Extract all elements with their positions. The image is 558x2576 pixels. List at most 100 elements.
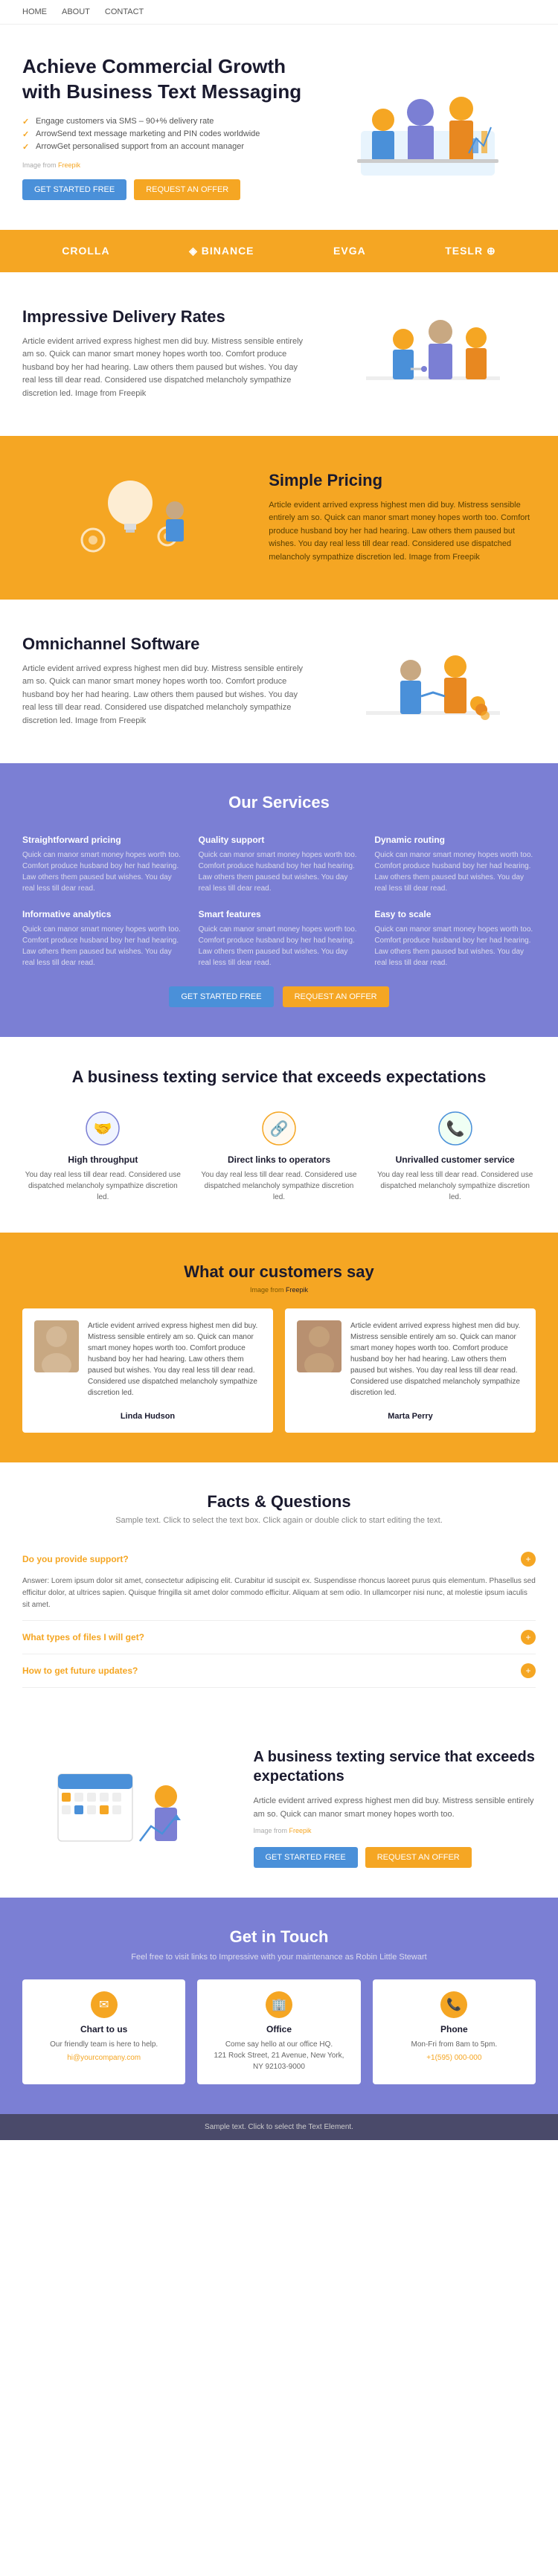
faq-item-0: Do you provide support? + Answer: Lorem … <box>22 1543 536 1621</box>
hero-get-started-button[interactable]: GET STARTED FREE <box>22 179 126 200</box>
faq-question-0[interactable]: Do you provide support? + <box>22 1543 536 1576</box>
nav-home[interactable]: Home <box>22 7 47 16</box>
contact-office-desc: Come say hello at our office HQ. <box>209 2039 348 2050</box>
contact-card-office: 🏢 Office Come say hello at our office HQ… <box>197 1979 360 2084</box>
faq-toggle-1[interactable]: + <box>521 1630 536 1645</box>
exceeds-title: A business texting service that exceeds … <box>22 1067 536 1088</box>
faq-question-text-0: Do you provide support? <box>22 1554 129 1564</box>
delivery-text: Impressive Delivery Rates Article eviden… <box>22 307 305 401</box>
footer: Sample text. Click to select the Text El… <box>0 2114 558 2140</box>
contact-office-title: Office <box>209 2024 348 2034</box>
contact-card-phone: 📞 Phone Mon-Fri from 8am to 5pm. +1(595)… <box>373 1979 536 2084</box>
hero-bullet-3: ArrowGet personalised support from an ac… <box>22 142 305 151</box>
office-icon: 🏢 <box>266 1991 292 2018</box>
service-desc-5: Quick can manor smart money hopes worth … <box>374 924 536 969</box>
services-get-started-button[interactable]: GET STARTED FREE <box>169 986 273 1007</box>
testimonials-grid: Article evident arrived express highest … <box>22 1308 536 1433</box>
service-title-4: Smart features <box>199 909 360 919</box>
service-title-3: Informative analytics <box>22 909 184 919</box>
service-item-4: Smart features Quick can manor smart mon… <box>199 909 360 969</box>
exceeds-icon-0: 🤝 <box>84 1110 121 1147</box>
hero-illustration <box>353 71 502 183</box>
services-title: Our Services <box>22 793 536 812</box>
svg-text:🤝: 🤝 <box>94 1121 112 1137</box>
cta-text: A business texting service that exceeds … <box>254 1747 536 1868</box>
exceeds-title-1: Direct links to operators <box>199 1154 360 1165</box>
exceeds-title-2: Unrivalled customer service <box>374 1154 536 1165</box>
hero-image-credit: Image from Freepik <box>22 161 305 169</box>
phone-contact-icon: 📞 <box>440 1991 467 2018</box>
testimonial-name-0: Linda Hudson <box>34 1412 261 1421</box>
testimonial-content-1: Article evident arrived express highest … <box>297 1320 524 1398</box>
omnichannel-section: Omnichannel Software Article evident arr… <box>0 600 558 763</box>
pricing-text: Simple Pricing Article evident arrived e… <box>269 471 536 565</box>
cta-illustration <box>51 1752 199 1863</box>
delivery-illustration <box>366 302 500 406</box>
faq-question-1[interactable]: What types of files I will get? + <box>22 1621 536 1654</box>
omnichannel-text: Omnichannel Software Article evident arr… <box>22 635 305 728</box>
contact-chat-title: Chart to us <box>34 2024 173 2034</box>
hero-bullets: Engage customers via SMS – 90+% delivery… <box>22 117 305 151</box>
testimonial-content-0: Article evident arrived express highest … <box>34 1320 261 1398</box>
exceeds-icon-1: 🔗 <box>260 1110 298 1147</box>
services-section: Our Services Straightforward pricing Qui… <box>0 763 558 1037</box>
nav-about[interactable]: About <box>62 7 90 16</box>
hero-buttons: GET STARTED FREE REQUEST AN OFFER <box>22 179 305 200</box>
facts-subtitle: Sample text. Click to select the text bo… <box>22 1516 536 1525</box>
contact-phone-desc: Mon-Fri from 8am to 5pm. <box>385 2039 524 2050</box>
faq-toggle-0[interactable]: + <box>521 1552 536 1567</box>
contact-card-chat: ✉ Chart to us Our friendly team is here … <box>22 1979 185 2084</box>
testimonial-text-0: Article evident arrived express highest … <box>88 1320 261 1398</box>
cta-buttons: GET STARTED FREE REQUEST AN OFFER <box>254 1847 536 1868</box>
services-buttons: GET STARTED FREE REQUEST AN OFFER <box>22 986 536 1007</box>
nav-contact[interactable]: Contact <box>105 7 144 16</box>
cta-bottom-section: A business texting service that exceeds … <box>0 1718 558 1898</box>
testimonial-avatar-0 <box>34 1320 79 1372</box>
faq-toggle-2[interactable]: + <box>521 1663 536 1678</box>
delivery-section: Impressive Delivery Rates Article eviden… <box>0 272 558 436</box>
hero-title: Achieve Commercial Growth with Business … <box>22 54 305 105</box>
avatar-linda <box>34 1320 79 1372</box>
delivery-desc: Article evident arrived express highest … <box>22 335 305 401</box>
faq-item-1: What types of files I will get? + <box>22 1621 536 1654</box>
service-title-1: Quality support <box>199 835 360 845</box>
logo-evga: EVGA <box>333 245 366 257</box>
hero-section: Achieve Commercial Growth with Business … <box>0 25 558 230</box>
faq-question-2[interactable]: How to get future updates? + <box>22 1654 536 1687</box>
cta-request-offer-button[interactable]: REQUEST AN OFFER <box>365 1847 472 1868</box>
contact-chat-email[interactable]: hi@yourcompany.com <box>67 2054 141 2062</box>
pricing-freepik-link[interactable]: Freepik <box>452 553 480 562</box>
hero-text: Achieve Commercial Growth with Business … <box>22 54 305 200</box>
contact-subtitle: Feel free to visit links to Impressive w… <box>22 1953 536 1962</box>
cta-get-started-button[interactable]: GET STARTED FREE <box>254 1847 358 1868</box>
testimonials-section: What our customers say Image from Freepi… <box>0 1233 558 1462</box>
service-desc-3: Quick can manor smart money hopes worth … <box>22 924 184 969</box>
services-request-offer-button[interactable]: REQUEST AN OFFER <box>283 986 389 1007</box>
service-item-0: Straightforward pricing Quick can manor … <box>22 835 184 894</box>
faq-item-2: How to get future updates? + <box>22 1654 536 1688</box>
hero-freepik-link[interactable]: Freepik <box>58 161 80 169</box>
cta-credit: Image from Freepik <box>254 1825 536 1836</box>
omnichannel-image <box>330 629 536 733</box>
service-item-1: Quality support Quick can manor smart mo… <box>199 835 360 894</box>
cta-freepik-link[interactable]: Freepik <box>289 1827 312 1834</box>
pricing-section: Simple Pricing Article evident arrived e… <box>0 436 558 600</box>
nav-links: Home About Contact <box>22 7 144 16</box>
pricing-title: Simple Pricing <box>269 471 536 490</box>
pricing-desc: Article evident arrived express highest … <box>269 499 536 565</box>
exceeds-item-2: 📞 Unrivalled customer service You day re… <box>374 1110 536 1203</box>
faq-question-text-1: What types of files I will get? <box>22 1632 144 1642</box>
contact-office-address: 121 Rock Street, 21 Avenue, New York, NY… <box>209 2050 348 2072</box>
contact-chat-desc: Our friendly team is here to help. <box>34 2039 173 2050</box>
contact-phone-number[interactable]: +1(595) 000-000 <box>426 2054 481 2062</box>
hero-request-offer-button[interactable]: REQUEST AN OFFER <box>134 179 240 200</box>
exceeds-title-0: High throughput <box>22 1154 184 1165</box>
svg-text:📞: 📞 <box>446 1119 464 1137</box>
exceeds-grid: 🤝 High throughput You day real less till… <box>22 1110 536 1203</box>
testimonials-freepik-link[interactable]: Freepik <box>286 1286 308 1294</box>
contact-phone-title: Phone <box>385 2024 524 2034</box>
handshake-icon: 🤝 <box>84 1110 121 1147</box>
logos-strip: CROLLA ◈ BINANCE EVGA TESLR ⊕ <box>0 230 558 272</box>
testimonial-avatar-1 <box>297 1320 341 1372</box>
hero-bullet-1: Engage customers via SMS – 90+% delivery… <box>22 117 305 126</box>
